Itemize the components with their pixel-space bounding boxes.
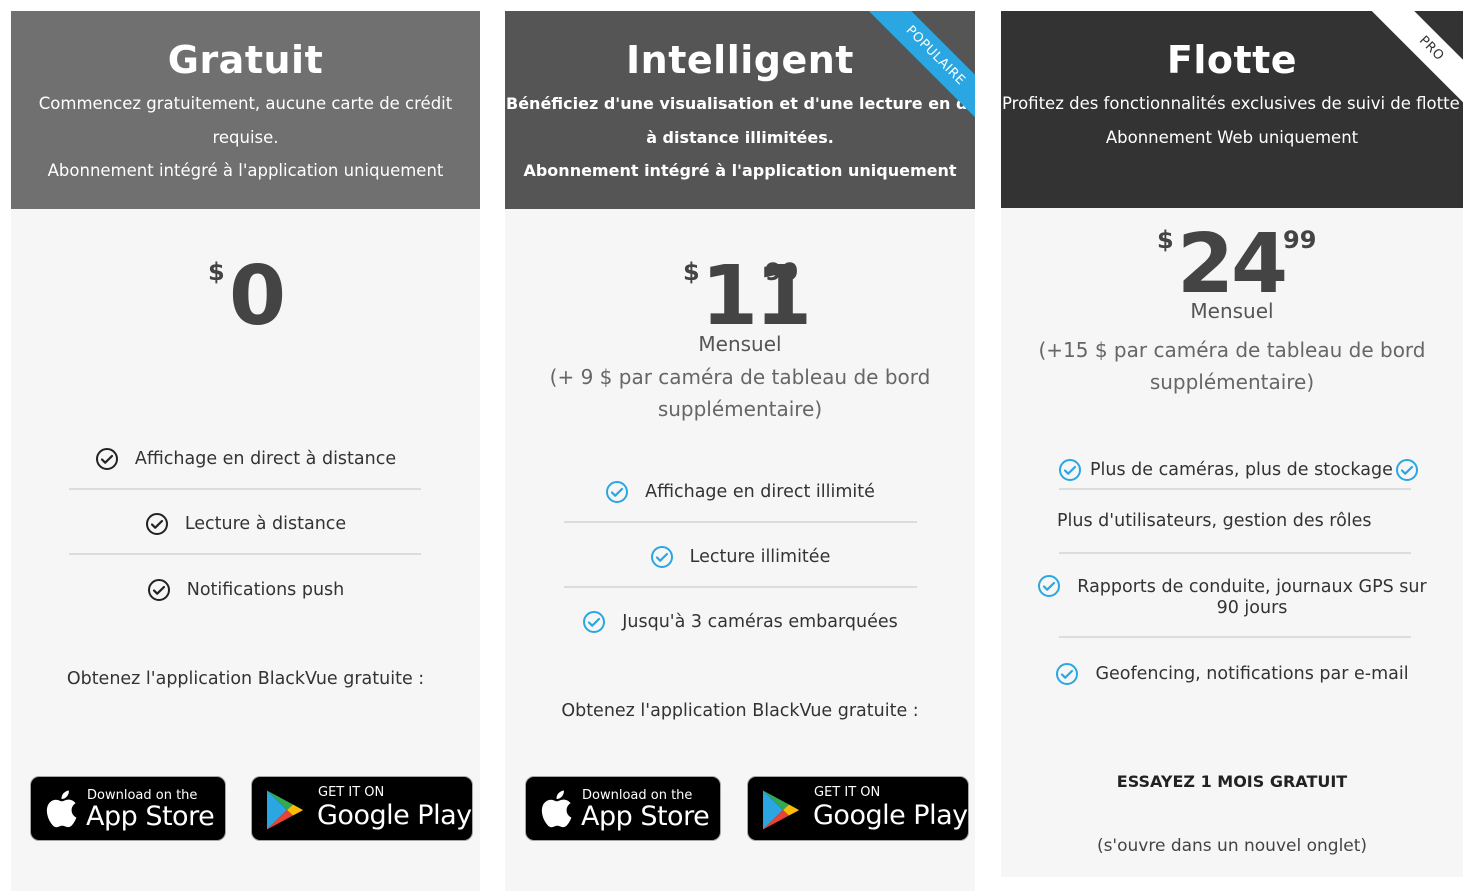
feature-item: Lecture illimitée: [505, 542, 975, 572]
price-cents: 99: [765, 258, 799, 286]
plan-card-free: Gratuit Commencez gratuitement, aucune c…: [11, 11, 480, 891]
app-store-label: App Store: [86, 801, 215, 832]
divider: [1059, 488, 1411, 490]
price-currency: $: [683, 258, 700, 286]
get-app-text: Obtenez l'application BlackVue gratuite …: [561, 701, 919, 721]
divider: [1059, 552, 1411, 554]
extra-camera-note: (+15 $ par caméra de tableau de bord sup…: [1038, 338, 1426, 394]
plan-header: Flotte Profitez des fonctionnalités excl…: [1001, 11, 1463, 208]
check-circle-icon: [1037, 574, 1061, 598]
divider: [69, 553, 421, 555]
divider: [1059, 636, 1411, 638]
google-play-button[interactable]: GET IT ON Google Play: [747, 776, 969, 841]
check-circle-icon: [1058, 458, 1082, 482]
check-circle-icon: [95, 447, 119, 471]
google-play-caption: GET IT ON: [814, 785, 881, 800]
check-circle-icon: [1055, 662, 1079, 686]
plan-description: Profitez des fonctionnalités exclusives …: [1002, 94, 1460, 147]
app-store-button[interactable]: Download on the App Store: [30, 776, 226, 841]
google-play-icon: [762, 789, 800, 835]
check-circle-icon: [650, 545, 674, 569]
plan-card-smart: Intelligent Bénéficiez d'une visualisati…: [505, 11, 975, 891]
feature-item: Jusqu'à 3 caméras embarquées: [505, 607, 975, 637]
price-amount: 0: [229, 249, 286, 344]
feature-item: Notifications push: [11, 575, 480, 605]
extra-camera-note: (+ 9 $ par caméra de tableau de bord sup…: [549, 365, 931, 421]
plan-card-fleet: Flotte Profitez des fonctionnalités excl…: [1001, 11, 1463, 877]
plan-price: $ 11 99: [505, 256, 975, 338]
divider: [564, 521, 917, 523]
feature-item: Plus de caméras, plus de stockage: [1058, 455, 1463, 485]
feature-item: Geofencing, notifications par e-mail: [1001, 659, 1463, 689]
price-currency: $: [1157, 226, 1174, 254]
price-cents: 99: [1283, 226, 1317, 254]
feature-item: Lecture à distance: [11, 509, 480, 539]
divider: [69, 488, 421, 490]
check-circle-icon: [605, 480, 629, 504]
check-circle-icon: [147, 578, 171, 602]
plan-title: Gratuit: [167, 38, 324, 82]
plan-header: Intelligent Bénéficiez d'une visualisati…: [505, 11, 975, 209]
price-amount: 24: [1177, 217, 1288, 312]
app-store-button[interactable]: Download on the App Store: [525, 776, 721, 841]
plan-description: Bénéficiez d'une visualisation et d'une …: [506, 94, 975, 180]
plan-price: $ 0: [11, 249, 480, 344]
app-store-label: App Store: [581, 801, 710, 832]
check-circle-icon: [582, 610, 606, 634]
google-play-icon: [266, 789, 304, 835]
billing-period: Mensuel: [1190, 299, 1274, 323]
check-circle-icon: [1395, 458, 1419, 482]
new-tab-note: (s'ouvre dans un nouvel onglet): [1096, 836, 1368, 856]
google-play-label: Google Play: [317, 800, 472, 831]
price-currency: $: [208, 258, 225, 286]
feature-item: Rapports de conduite, journaux GPS sur 9…: [1001, 574, 1463, 622]
free-trial-link[interactable]: ESSAYEZ 1 MOIS GRATUIT: [1001, 772, 1463, 791]
check-circle-icon: [145, 512, 169, 536]
plan-header: Gratuit Commencez gratuitement, aucune c…: [11, 11, 480, 209]
billing-period: Mensuel: [698, 332, 782, 356]
feature-item: Plus d'utilisateurs, gestion des rôles: [1057, 511, 1372, 531]
divider: [564, 586, 917, 588]
apple-icon: [540, 790, 572, 832]
plan-description: Commencez gratuitement, aucune carte de …: [38, 94, 453, 180]
google-play-button[interactable]: GET IT ON Google Play: [251, 776, 473, 841]
feature-item: Affichage en direct à distance: [11, 444, 480, 474]
get-app-text: Obtenez l'application BlackVue gratuite …: [66, 669, 425, 689]
apple-icon: [45, 790, 77, 832]
plan-price: $ 24 99: [1001, 217, 1463, 312]
google-play-caption: GET IT ON: [318, 785, 385, 800]
plan-title: Flotte: [1166, 38, 1298, 82]
google-play-label: Google Play: [813, 800, 968, 831]
feature-item: Affichage en direct illimité: [505, 477, 975, 507]
